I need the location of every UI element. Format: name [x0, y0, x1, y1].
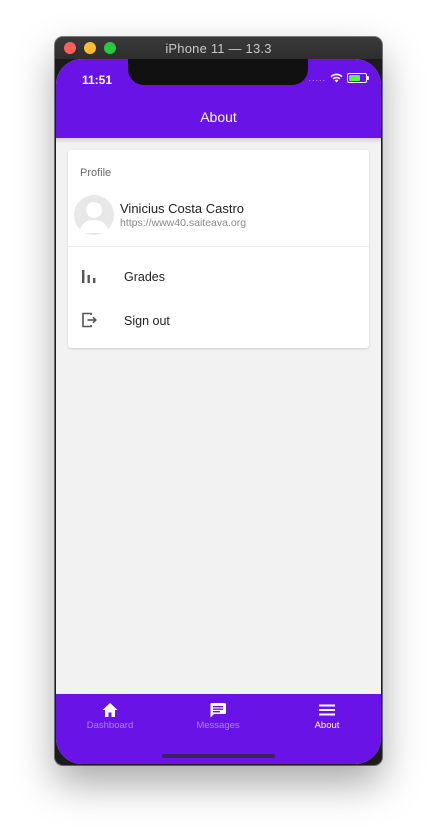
battery-icon — [347, 73, 369, 83]
menu-item-grades[interactable]: Grades — [68, 257, 369, 297]
menu-item-sign-out[interactable]: Sign out — [68, 301, 369, 341]
profile-row: Vinicius Costa Castro https://www40.sait… — [68, 190, 369, 242]
bar-chart-icon — [82, 270, 96, 283]
status-icons: ..... — [308, 73, 369, 83]
tab-label: Dashboard — [86, 720, 134, 731]
tab-label: About — [314, 720, 340, 731]
home-icon — [102, 703, 118, 717]
wifi-icon — [330, 73, 343, 83]
window-title: iPhone 11 — 13.3 — [165, 41, 272, 56]
menu-item-label: Sign out — [124, 314, 170, 328]
tab-about[interactable]: About — [273, 702, 381, 736]
simulator-window: iPhone 11 — 13.3 11:51 ..... About Profi… — [55, 37, 382, 765]
device-notch — [128, 59, 308, 85]
signal-icon: ..... — [308, 73, 326, 83]
phone-screen: 11:51 ..... About Profile Vinicius Costa… — [56, 59, 381, 764]
window-titlebar: iPhone 11 — 13.3 — [55, 37, 382, 59]
profile-name: Vinicius Costa Castro — [120, 201, 245, 216]
sign-out-icon — [82, 312, 97, 328]
header-shadow — [56, 138, 381, 144]
menu-icon — [319, 704, 335, 716]
profile-url: https://www40.saiteava.org — [120, 217, 247, 229]
card-divider — [68, 246, 369, 247]
tab-dashboard[interactable]: Dashboard — [56, 702, 164, 736]
avatar-icon — [74, 195, 114, 235]
tab-label: Messages — [196, 720, 240, 731]
home-indicator[interactable] — [162, 754, 275, 758]
menu-item-label: Grades — [124, 270, 165, 284]
app-header: 11:51 ..... About — [56, 59, 381, 138]
message-icon — [210, 703, 226, 718]
tab-messages[interactable]: Messages — [164, 702, 272, 736]
profile-section-label: Profile — [80, 167, 112, 179]
about-card: Profile Vinicius Costa Castro https://ww… — [68, 150, 369, 348]
bottom-tab-bar: Dashboard Messages About — [56, 694, 381, 764]
page-title: About — [200, 109, 237, 125]
status-time: 11:51 — [82, 73, 113, 87]
